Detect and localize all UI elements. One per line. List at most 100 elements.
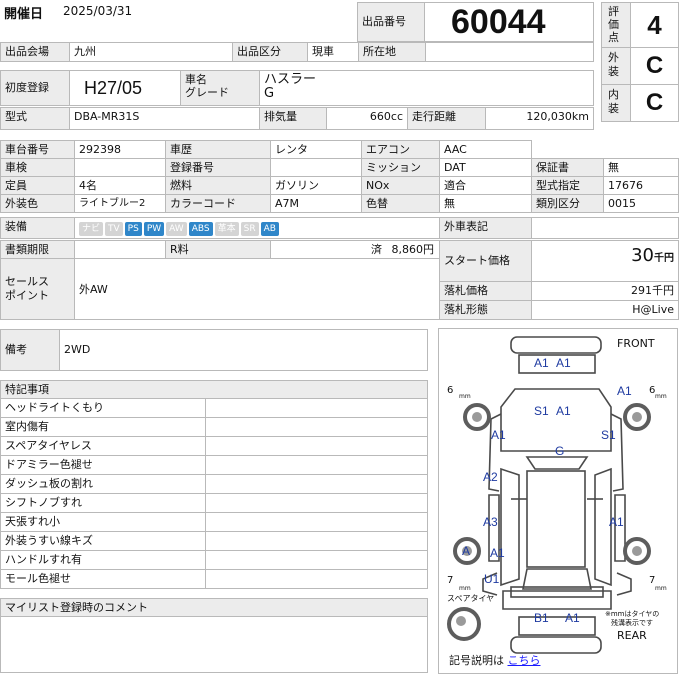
location-value: [425, 42, 594, 62]
docs-value: [74, 240, 166, 259]
color-label: 外装色: [0, 194, 75, 213]
rfee-value: 8,860円: [391, 243, 435, 256]
transmission-label: ミッション: [361, 158, 440, 177]
notes-row: 天張すれ小: [0, 512, 428, 532]
notes-row: ハンドルすれ有: [0, 550, 428, 570]
regno-value: [270, 158, 362, 177]
notes-item: ハンドルすれ有: [0, 550, 206, 570]
notes-row: 外装うすい線キズ: [0, 531, 428, 551]
category-value: 現車: [307, 42, 359, 62]
equipment-label: 装備: [0, 217, 75, 239]
classno-value: 0015: [603, 194, 679, 213]
notes-row: シフトノブすれ: [0, 493, 428, 513]
sales-value: 外AW: [74, 258, 440, 320]
notes-item: 天張すれ小: [0, 512, 206, 532]
rating-label: 評 価 点: [601, 2, 631, 48]
tire-unit-fl: mm: [459, 393, 471, 400]
mark-rear-bumper-a: A1: [565, 611, 580, 625]
mark-front-right-fender: A1: [617, 384, 632, 398]
nox-label: NOx: [361, 176, 440, 195]
ac-value: AAC: [439, 140, 532, 159]
notes-item-detail: [205, 398, 428, 418]
grade-label: グレード: [185, 86, 229, 99]
grade-value: G: [264, 86, 275, 101]
tire-front-right-icon: [623, 403, 651, 431]
colorcode-value: A7M: [270, 194, 362, 213]
notes-item: ドアミラー色褪せ: [0, 455, 206, 475]
notes-item-detail: [205, 550, 428, 570]
start-price-value: 30: [631, 245, 654, 266]
notes-row: 室内傷有: [0, 417, 428, 437]
start-price-unit: 千円: [654, 253, 674, 264]
notes-item-detail: [205, 512, 428, 532]
tire-rear-right-icon: [623, 537, 651, 565]
sold-price-value: 291千円: [531, 281, 679, 301]
rating-value: 4: [630, 2, 679, 48]
legend-link[interactable]: こちら: [508, 654, 541, 667]
notes-item: シフトノブすれ: [0, 493, 206, 513]
rating-label-2: 価: [608, 18, 619, 31]
venue-label: 出品会場: [0, 42, 70, 62]
mark-left-rear-door: A3: [483, 515, 498, 529]
mark-rear-bumper-b: B1: [534, 611, 549, 625]
color-value: ライトブルー2: [74, 194, 166, 213]
rfee-label: R料: [165, 240, 271, 259]
notes-item: 外装うすい線キズ: [0, 531, 206, 551]
sales-label-1: セールス: [5, 275, 49, 288]
rating-label-3: 点: [608, 31, 619, 44]
inspection-label: 車検: [0, 158, 75, 177]
transmission-value: DAT: [439, 158, 532, 177]
warranty-label: 保証書: [531, 158, 604, 177]
date-value: 2025/03/31: [63, 4, 133, 18]
notes-item-detail: [205, 493, 428, 513]
colorcode-label: カラーコード: [165, 194, 271, 213]
ext-notes-value: [531, 217, 679, 239]
notes-item: ダッシュ板の割れ: [0, 474, 206, 494]
mark-hood-s: S1: [534, 404, 549, 418]
equipment-badge: ABS: [188, 222, 213, 236]
model-value: DBA-MR31S: [69, 107, 260, 130]
mark-front-bumper-b: A1: [556, 356, 571, 370]
equipment-badge: AW: [166, 222, 187, 236]
remarks-value: 2WD: [59, 329, 428, 371]
tire-unit-rl: mm: [459, 585, 471, 592]
regno-label: 登録番号: [165, 158, 271, 177]
car-name-value: ハスラー: [264, 72, 317, 87]
equipment-badge: AB: [260, 222, 279, 236]
equipment-badge: PS: [124, 222, 142, 236]
recolor-value: 無: [439, 194, 532, 213]
equipment-badge: TV: [105, 222, 123, 236]
notes-item-detail: [205, 531, 428, 551]
mark-right-front-door: S1: [601, 428, 616, 442]
history-value: レンタ: [270, 140, 362, 159]
mark-left-fender: A1: [491, 428, 506, 442]
mileage-label: 走行距離: [407, 107, 486, 130]
mileage-value: 120,030km: [485, 107, 594, 130]
remarks-label: 備考: [0, 329, 60, 371]
notes-item-detail: [205, 569, 428, 589]
sales-label-2: ポイント: [5, 289, 49, 302]
legend-prefix: 記号説明は: [449, 654, 504, 667]
equipment-badge: PW: [143, 222, 165, 236]
ac-label: エアコン: [361, 140, 440, 159]
nox-value: 適合: [439, 176, 532, 195]
capacity-value: 4名: [74, 176, 166, 195]
notes-list: ヘッドライトくもり 室内傷有 スペアタイヤレス ドアミラー色褪せ ダッシュ板の割れ シフト…: [0, 398, 428, 589]
name-value: ハスラー G: [259, 70, 594, 106]
mylist-body[interactable]: [0, 616, 428, 673]
mark-left-front-door: A2: [483, 470, 498, 484]
mylist-label: マイリスト登録時のコメント: [0, 598, 428, 617]
date-label: 開催日: [4, 7, 44, 22]
equipment-list: ナビ TV PS PW AW ABS 革本 SR AB: [74, 217, 440, 239]
model-label: 型式: [0, 107, 70, 130]
displacement-value: 660cc: [326, 107, 408, 130]
tread-note-2: 残溝表示です: [611, 619, 653, 627]
notes-item-detail: [205, 417, 428, 437]
interior-label: 内 装: [601, 84, 631, 122]
tire-unit-rr: mm: [655, 585, 667, 592]
mark-left-rear-wheel: A: [462, 544, 471, 558]
lot-number: 60044: [424, 2, 594, 42]
classno-label: 類別区分: [531, 194, 604, 213]
ext-notes-label: 外車表記: [439, 217, 532, 239]
exterior-label-1: 外: [608, 51, 619, 64]
